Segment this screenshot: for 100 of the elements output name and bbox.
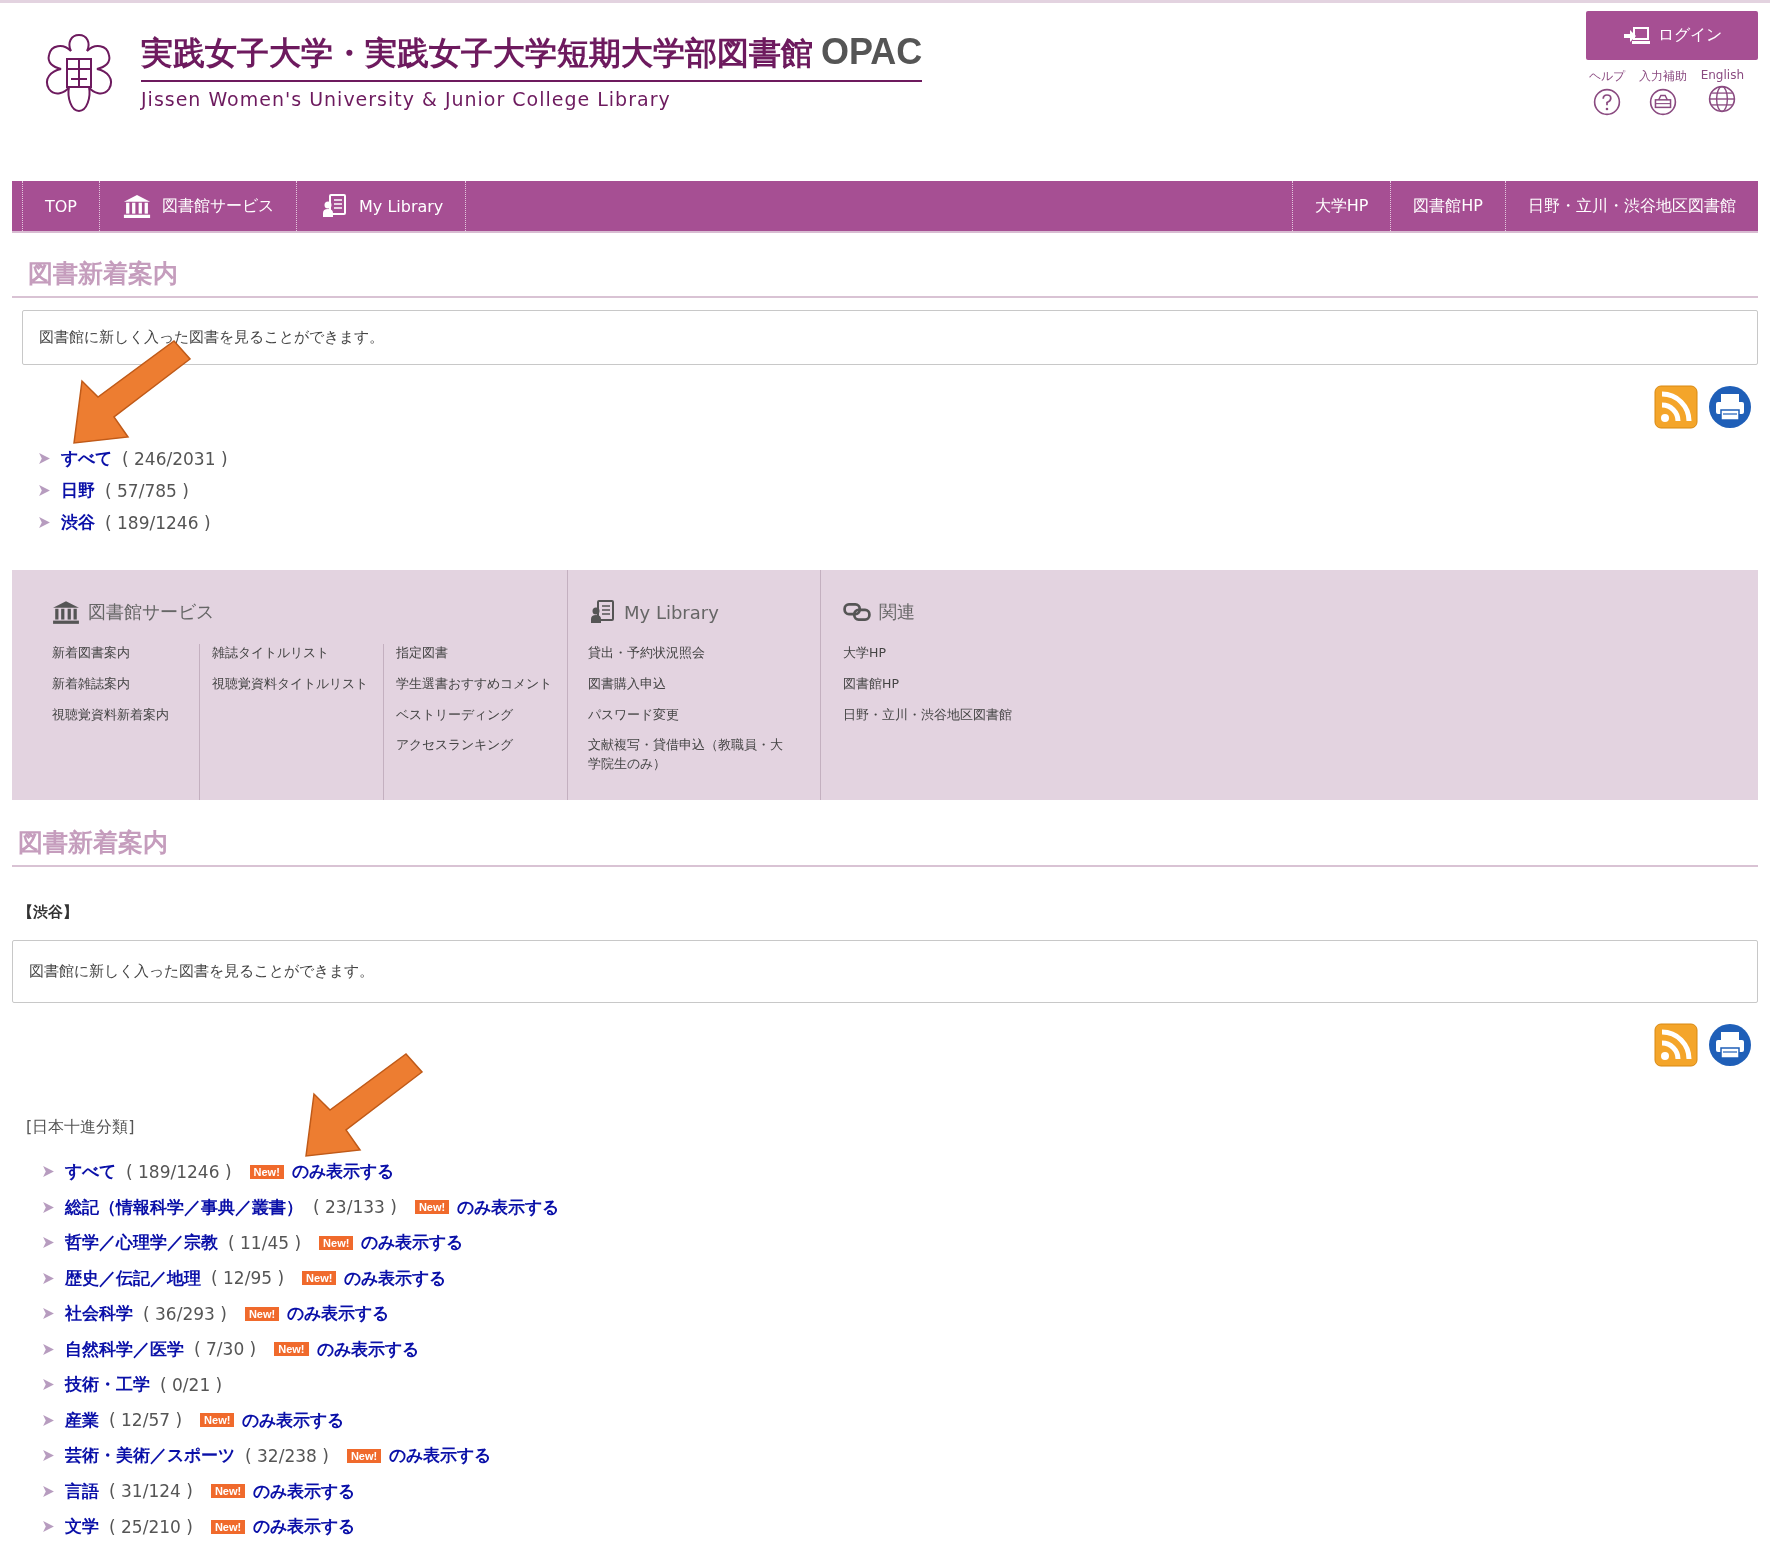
new-only-link[interactable]: のみ表示する [457,1195,560,1219]
menu-link[interactable]: 指定図書 [396,644,553,663]
triangle-bullet-icon [42,1271,55,1285]
category-link[interactable]: すべて [65,1160,116,1183]
triangle-bullet-icon [42,1165,55,1178]
category-link[interactable]: 言語 [65,1479,99,1503]
nav-link[interactable]: 図書館サービス [99,181,296,231]
count-text: ( 7/30 ) [194,1339,257,1359]
category-link[interactable]: 文学 [65,1515,99,1538]
new-badge: New! [249,1164,284,1179]
menu-link[interactable]: 図書館HP [843,674,1012,694]
count-text: ( 32/238 ) [245,1445,329,1466]
building-icon [52,600,80,624]
count-text: ( 11/45 ) [228,1232,302,1253]
new-badge: New! [319,1235,354,1250]
menu-link[interactable]: ベストリーディング [396,705,553,725]
new-badge: New! [210,1519,246,1534]
menu-link[interactable]: 視聴覚資料タイトルリスト [212,674,370,694]
new-only-link[interactable]: のみ表示する [291,1160,394,1183]
count-text: ( 31/124 ) [109,1481,193,1501]
menu-link[interactable]: アクセスランキング [396,736,553,755]
triangle-bullet-icon [42,1307,55,1320]
utility-label[interactable]: ヘルプ [1588,68,1625,85]
menu-link[interactable]: 貸出・予約状況照会 [588,644,793,663]
triangle-bullet-icon [38,484,51,497]
category-link[interactable]: 技術・工学 [65,1373,150,1396]
count-text: ( 12/57 ) [109,1410,183,1430]
count-text: ( 23/133 ) [313,1197,397,1217]
new-badge: New! [346,1448,382,1463]
description-box: 図書館に新しく入った図書を見ることができます。 [22,310,1758,365]
nav-link[interactable]: 大学HP [1291,181,1391,231]
new-only-link[interactable]: のみ表示する [253,1479,356,1503]
nav-link[interactable]: 図書館HP [1390,181,1505,231]
triangle-bullet-icon [42,1484,55,1498]
category-link[interactable]: 総記（情報科学／事典／叢書） [65,1195,303,1219]
nav-link[interactable]: My Library [296,181,467,231]
login-button[interactable]: ログイン [1586,11,1758,60]
count-text: ( 189/1246 ) [126,1161,232,1182]
nav-link[interactable]: 日野・立川・渋谷地区図書館 [1505,181,1758,231]
campus-label: 【渋谷】 [17,902,79,922]
library-title: 実践女子大学・実践女子大学短期大学部図書館 [141,33,813,74]
menu-link[interactable]: 新着図書案内 [52,644,186,663]
category-link[interactable]: 歴史／伝記／地理 [65,1266,201,1290]
campus-link[interactable]: すべて [61,447,112,470]
count-text: ( 246/2031 ) [122,448,228,469]
new-badge: New! [302,1271,337,1285]
classification-label: [日本十進分類] [25,1116,135,1138]
new-badge: New! [414,1200,450,1214]
menu-link[interactable]: 視聴覚資料新着案内 [52,705,186,725]
new-only-link[interactable]: のみ表示する [361,1231,464,1254]
new-only-link[interactable]: のみ表示する [287,1302,390,1325]
new-badge: New! [200,1413,235,1427]
menu-link[interactable]: パスワード変更 [588,705,793,725]
keyboard-icon[interactable] [1648,88,1677,116]
menu-link[interactable]: 学生選書おすすめコメント [396,674,553,694]
count-text: ( 189/1246 ) [105,512,211,533]
triangle-bullet-icon [42,1236,55,1249]
globe-icon[interactable] [1708,85,1737,113]
triangle-bullet-icon [42,1413,55,1427]
new-only-link[interactable]: のみ表示する [389,1444,492,1467]
menu-link[interactable]: 新着雑誌案内 [52,674,186,694]
print-icon[interactable] [1708,1023,1752,1067]
section-heading: 図書新着案内 [12,800,1758,867]
nav-link[interactable]: TOP [22,181,99,231]
count-text: ( 12/95 ) [211,1268,285,1288]
triangle-bullet-icon [38,516,51,529]
category-link[interactable]: 産業 [65,1408,99,1432]
new-only-link[interactable]: のみ表示する [253,1515,356,1538]
count-text: ( 25/210 ) [109,1516,193,1537]
count-text: ( 57/785 ) [105,480,189,501]
library-subtitle: Jissen Women's University & Junior College Library [141,88,672,110]
description-box: 図書館に新しく入った図書を見ることができます。 [12,940,1758,1003]
category-link[interactable]: 芸術・美術／スポーツ [65,1444,235,1467]
campus-link[interactable]: 日野 [61,479,95,502]
help-icon[interactable] [1592,88,1621,116]
new-badge: New! [274,1342,309,1356]
category-link[interactable]: 自然科学／医学 [65,1337,184,1361]
menu-link[interactable]: 雑誌タイトルリスト [212,644,370,663]
menu-group-title: My Library [624,601,719,623]
menu-group-title: 図書館サービス [88,600,214,624]
new-only-link[interactable]: のみ表示する [316,1337,419,1361]
new-only-link[interactable]: のみ表示する [242,1408,345,1432]
new-only-link[interactable]: のみ表示する [344,1266,447,1290]
utility-label[interactable]: English [1700,68,1744,82]
menu-link[interactable]: 日野・立川・渋谷地区図書館 [843,705,1012,725]
category-link[interactable]: 社会科学 [65,1302,133,1325]
print-icon[interactable] [1708,385,1752,429]
utility-label[interactable]: 入力補助 [1638,68,1687,85]
login-icon [1622,25,1650,46]
menu-link[interactable]: 大学HP [843,644,1012,663]
triangle-bullet-icon [42,1520,55,1533]
triangle-bullet-icon [38,452,51,465]
menu-link[interactable]: 図書購入申込 [588,674,793,694]
category-link[interactable]: 哲学／心理学／宗教 [65,1231,218,1254]
campus-link[interactable]: 渋谷 [61,511,95,534]
menu-link[interactable]: 文献複写・貸借申込（教職員・大学院生のみ） [588,736,793,774]
person-document-icon [588,600,616,624]
count-text: ( 36/293 ) [143,1303,227,1324]
new-badge: New! [244,1306,280,1321]
menu-group-title: 関連 [879,600,915,624]
